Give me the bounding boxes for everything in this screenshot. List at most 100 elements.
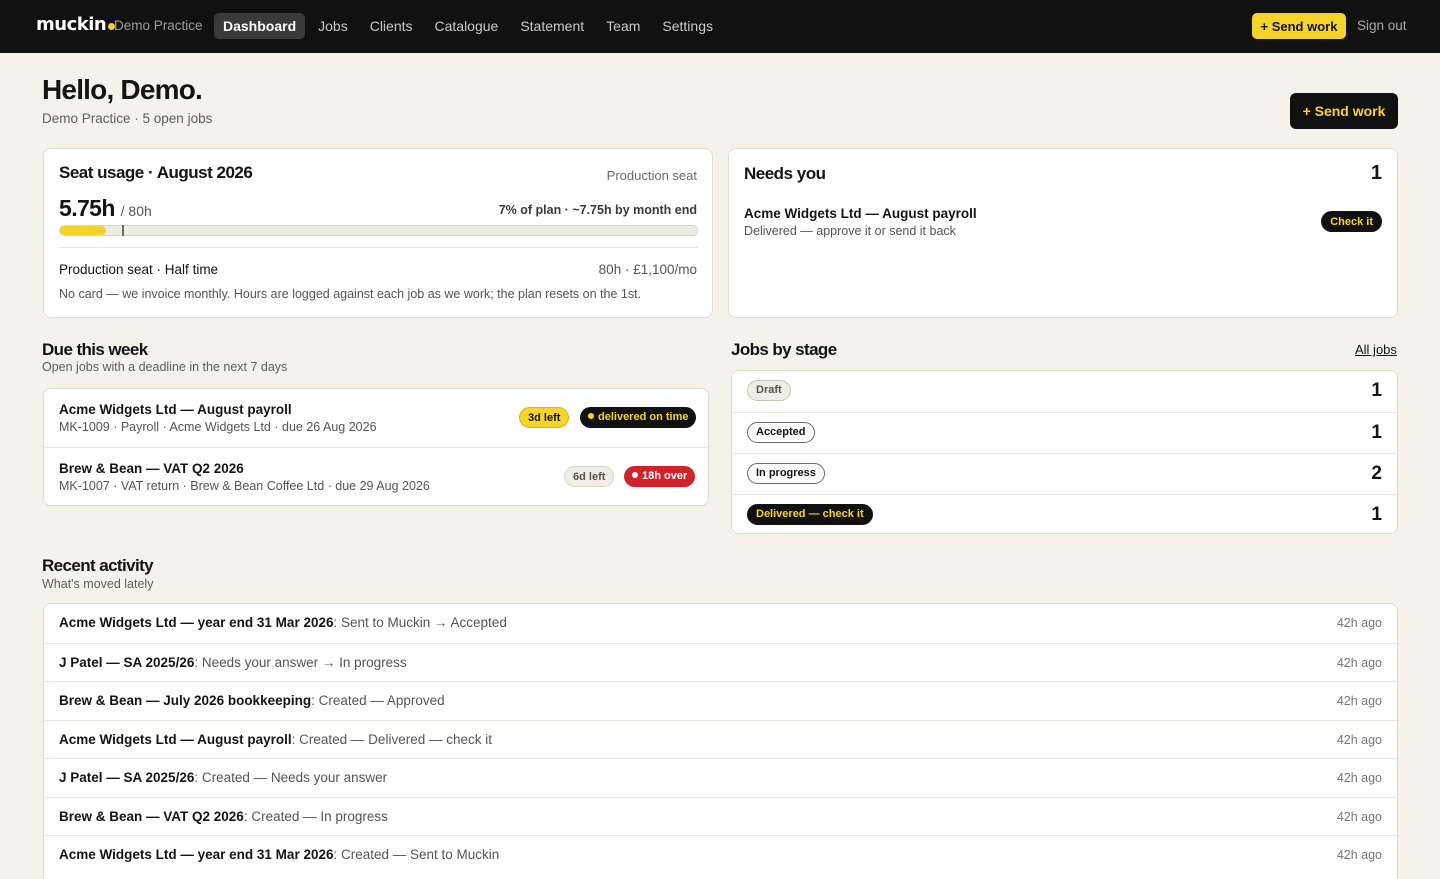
nav-item-clients[interactable]: Clients [361,13,422,39]
needs-you-job-desc: Delivered — approve it or send it back [744,224,956,238]
needs-you-card: Needs you 1 Acme Widgets Ltd — August pa… [728,148,1398,318]
activity-change: : Created — Approved [311,693,445,708]
stage-row-delivered[interactable]: Delivered — check it 1 [732,494,1397,535]
top-nav: muckin Demo Practice Dashboard Jobs Clie… [0,0,1440,53]
due-this-week-title: Due this week [42,340,148,359]
activity-time: 42h ago [1336,771,1382,785]
hours-used-value: 5.75h [59,195,115,221]
usage-progress-bar [59,225,698,236]
status-badge-label: delivered on time [598,411,689,423]
status-badge-label: 18h over [642,470,688,482]
stage-row-accepted[interactable]: Accepted 1 [732,412,1397,453]
activity-change: : Needs your answer → In progress [194,654,407,670]
needs-you-title: Needs you [744,164,826,183]
seat-usage-title: Seat usage · August 2026 [59,163,253,182]
activity-job: Brew & Bean — July 2026 bookkeeping [59,693,312,708]
needs-you-count: 1 [1370,162,1382,184]
activity-time: 42h ago [1336,694,1382,708]
due-this-week-subtitle: Open jobs with a deadline in the next 7 … [42,360,288,374]
activity-job: Acme Widgets Ltd — year end 31 Mar 2026 [59,847,334,862]
activity-time: 42h ago [1336,809,1382,824]
due-row[interactable]: Brew & Bean — VAT Q2 2026 MK-1007 · VAT … [44,447,708,505]
activity-job: Acme Widgets Ltd — year end 31 Mar 2026 [59,615,334,630]
jobs-by-stage-title: Jobs by stage [731,340,837,359]
check-it-button[interactable]: Check it [1321,211,1382,232]
due-job-name: Acme Widgets Ltd — August payroll [59,402,292,417]
plan-price: 80h · £1,100/mo [598,262,697,277]
status-badge: delivered on time [580,407,697,428]
activity-time: 42h ago [1336,655,1382,670]
activity-change: : Created — Sent to Muckin [333,847,500,862]
days-left-badge: 3d left [519,407,570,428]
recent-activity-subtitle: What's moved lately [42,577,154,591]
nav-item-catalogue[interactable]: Catalogue [426,13,508,39]
projected-usage-marker [122,225,124,236]
activity-row[interactable]: J Patel — SA 2025/26: Needs your answer … [44,642,1397,682]
activity-change: : Created — Needs your answer [194,770,388,785]
nav-item-settings[interactable]: Settings [653,13,722,39]
activity-text: Brew & Bean — VAT Q2 2026: Created — In … [59,809,388,824]
activity-text: J Patel — SA 2025/26: Needs your answer … [59,655,407,670]
activity-job: Acme Widgets Ltd — August payroll [59,731,292,747]
sign-out-link[interactable]: Sign out [1357,18,1407,33]
activity-text: Brew & Bean — July 2026 bookkeeping: Cre… [59,693,445,708]
page-title: Hello, Demo. [42,74,203,105]
due-job-name: Brew & Bean — VAT Q2 2026 [59,461,244,476]
jobs-by-stage-list: Draft 1 Accepted 1 In progress 2 Deliver… [731,370,1398,534]
activity-job: J Patel — SA 2025/26 [59,770,195,785]
activity-row[interactable]: Brew & Bean — VAT Q2 2026: Created — In … [44,796,1397,836]
due-row[interactable]: Acme Widgets Ltd — August payroll MK-100… [44,389,708,447]
plan-name: Production seat · Half time [59,262,219,277]
status-dot-icon [588,413,594,419]
activity-change: : Created — Delivered — check it [291,731,492,747]
seat-type: Production seat [606,168,697,183]
activity-time: 42h ago [1336,732,1382,747]
activity-text: Acme Widgets Ltd — year end 31 Mar 2026:… [59,847,499,862]
stage-badge: Accepted [747,422,815,443]
status-dot-icon [632,472,638,478]
activity-row[interactable]: Acme Widgets Ltd — year end 31 Mar 2026:… [44,835,1397,874]
nav-item-statement[interactable]: Statement [511,13,593,39]
practice-name: Demo Practice [114,18,203,33]
usage-progress-fill [60,226,106,235]
stage-row-in-progress[interactable]: In progress 2 [732,453,1397,494]
hours-used: 5.75h / 80h [59,195,152,222]
due-job-meta: MK-1009 · Payroll · Acme Widgets Ltd · d… [59,420,377,434]
nav-item-team[interactable]: Team [597,13,649,39]
recent-activity-title: Recent activity [42,556,154,575]
plan-summary: 7% of plan · ~7.75h by month end [498,203,697,217]
nav-send-work-button[interactable]: + Send work [1252,13,1346,39]
activity-time: 42h ago [1336,848,1382,862]
activity-row[interactable]: Acme Widgets Ltd — August payroll: Creat… [44,719,1397,759]
stage-count: 1 [1371,504,1382,525]
stage-badge: In progress [747,463,825,484]
activity-text: Acme Widgets Ltd — year end 31 Mar 2026:… [59,615,507,630]
seat-usage-card: Seat usage · August 2026 Production seat… [43,148,713,318]
plan-note: No card — we invoice monthly. Hours are … [59,287,642,301]
due-this-week-list: Acme Widgets Ltd — August payroll MK-100… [43,388,709,506]
page-subtitle: Demo Practice · 5 open jobs [42,111,213,126]
activity-job: J Patel — SA 2025/26 [59,654,195,670]
due-job-meta: MK-1007 · VAT return · Brew & Bean Coffe… [59,479,430,493]
stage-count: 2 [1371,463,1382,484]
stage-badge: Draft [747,380,791,401]
needs-you-job-title[interactable]: Acme Widgets Ltd — August payroll [744,206,977,221]
days-left-badge: 6d left [564,466,615,487]
nav-item-dashboard[interactable]: Dashboard [214,13,306,39]
logo[interactable]: muckin [36,14,116,35]
activity-change: : Created — In progress [243,808,388,824]
hours-total: / 80h [120,203,152,219]
nav-item-jobs[interactable]: Jobs [309,13,357,39]
nav-menu: Dashboard Jobs Clients Catalogue Stateme… [214,13,726,39]
stage-badge: Delivered — check it [747,504,873,525]
stage-row-draft[interactable]: Draft 1 [732,371,1397,412]
all-jobs-link[interactable]: All jobs [1355,342,1397,357]
stage-count: 1 [1371,422,1382,443]
divider [59,247,698,248]
stage-count: 1 [1371,380,1382,401]
activity-row[interactable]: Brew & Bean — July 2026 bookkeeping: Cre… [44,681,1397,720]
send-work-button[interactable]: + Send work [1290,93,1398,129]
recent-activity-list: Acme Widgets Ltd — year end 31 Mar 2026:… [43,603,1398,879]
activity-row[interactable]: Acme Widgets Ltd — year end 31 Mar 2026:… [44,604,1397,643]
activity-row[interactable]: J Patel — SA 2025/26: Created — Needs yo… [44,758,1397,797]
